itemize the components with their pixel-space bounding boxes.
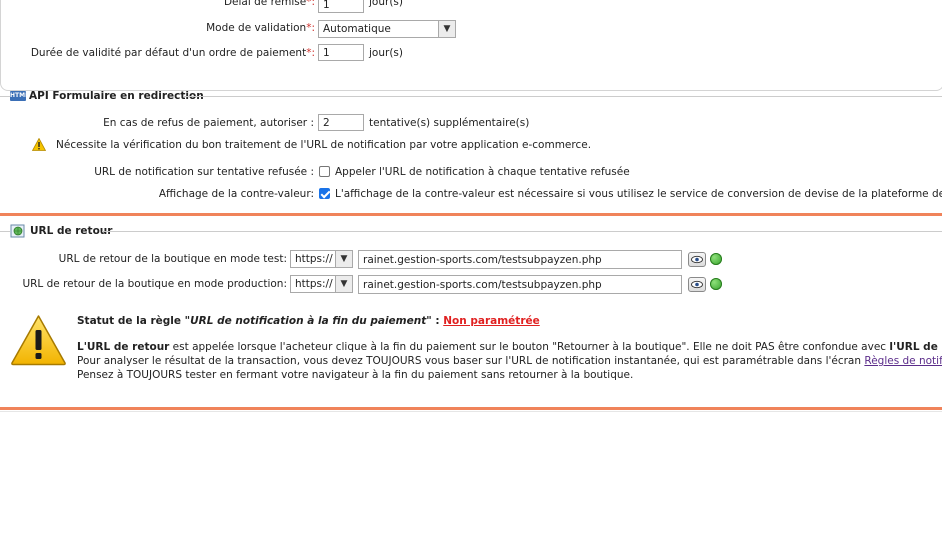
top-panel <box>0 0 942 91</box>
validity-label: Durée de validité par défaut d'un ordre … <box>30 47 315 59</box>
return-url-test-protocol-select[interactable]: https:// ▼ <box>290 250 353 268</box>
countervalue-checkbox-label[interactable]: L'affichage de la contre-valeur est néce… <box>335 188 942 200</box>
section-separator-top <box>0 213 942 216</box>
notif-url-checkbox-label[interactable]: Appeler l'URL de notification à chaque t… <box>335 166 630 178</box>
rule-status: Statut de la règle "URL de notification … <box>77 315 540 327</box>
countervalue-checkbox[interactable] <box>319 188 330 199</box>
chevron-down-icon: ▼ <box>438 21 455 37</box>
info-line-3: Pensez à TOUJOURS tester en fermant votr… <box>77 369 634 381</box>
notification-rules-link[interactable]: Règles de notifications <box>864 355 942 367</box>
eye-icon[interactable] <box>688 252 706 267</box>
validity-unit: jour(s) <box>369 47 403 59</box>
refusal-unit: tentative(s) supplémentaire(s) <box>369 117 530 129</box>
countervalue-label: Affichage de la contre-valeur: <box>158 188 314 200</box>
refusal-attempts-input[interactable] <box>318 114 364 131</box>
eye-glyph-icon <box>691 280 703 289</box>
return-url-test-input[interactable] <box>358 250 682 269</box>
chevron-down-icon: ▼ <box>335 251 352 267</box>
large-warning-icon <box>11 315 66 366</box>
return-url-production-label: URL de retour de la boutique en mode pro… <box>22 278 287 290</box>
return-url-production-input[interactable] <box>358 275 682 294</box>
delay-unit: jour(s) <box>369 0 403 8</box>
return-section-title: URL de retour <box>30 225 113 237</box>
validation-mode-label: Mode de validation*: <box>206 22 315 34</box>
warning-text: Nécessite la vérification du bon traitem… <box>56 139 592 151</box>
notif-url-label: URL de notification sur tentative refusé… <box>94 166 314 178</box>
info-line-2: Pour analyser le résultat de la transact… <box>77 355 942 367</box>
api-legend-line-right <box>183 96 942 97</box>
notif-url-checkbox[interactable] <box>319 166 330 177</box>
api-section-title: API Formulaire en redirection <box>29 90 204 102</box>
info-line-1: L'URL de retour est appelée lorsque l'ac… <box>77 341 942 353</box>
return-url-production-protocol-select[interactable]: https:// ▼ <box>290 275 353 293</box>
validation-mode-select[interactable]: Automatique ▼ <box>318 20 456 38</box>
return-legend-line-right <box>102 231 942 232</box>
refusal-label: En cas de refus de paiement, autoriser : <box>103 117 314 129</box>
section-separator-bottom <box>0 407 942 410</box>
eye-icon[interactable] <box>688 277 706 292</box>
chevron-down-icon: ▼ <box>335 276 352 292</box>
validity-input[interactable] <box>318 44 364 61</box>
eye-glyph-icon <box>691 255 703 264</box>
rule-status-link[interactable]: Non paramétrée <box>443 315 540 327</box>
delay-label: Délai de remise*: <box>223 0 315 8</box>
return-url-test-label: URL de retour de la boutique en mode tes… <box>58 253 287 265</box>
api-legend-line-left <box>0 96 10 97</box>
html-icon: HTML <box>10 91 29 101</box>
warning-icon <box>32 138 46 151</box>
check-ok-icon <box>710 253 722 265</box>
check-ok-icon <box>710 278 722 290</box>
delay-input[interactable] <box>318 0 364 13</box>
globe-page-icon <box>10 224 25 238</box>
bottom-panel-edge <box>0 411 942 412</box>
return-legend-line-left <box>0 231 10 232</box>
